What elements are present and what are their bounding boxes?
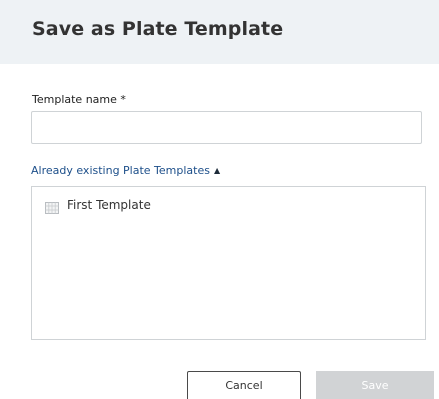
- template-name-label: Template name *: [32, 93, 126, 106]
- dialog-header: Save as Plate Template: [0, 0, 439, 64]
- template-item-label: First Template: [67, 198, 151, 212]
- existing-templates-toggle[interactable]: Already existing Plate Templates ▲: [31, 164, 220, 177]
- plate-grid-icon: [45, 199, 59, 214]
- save-button[interactable]: Save: [316, 371, 434, 399]
- dialog-title: Save as Plate Template: [32, 18, 284, 40]
- cancel-button[interactable]: Cancel: [187, 371, 301, 399]
- list-item[interactable]: First Template: [45, 198, 151, 214]
- save-plate-template-dialog: Save as Plate Template Template name * A…: [0, 0, 439, 399]
- caret-up-icon: ▲: [213, 166, 221, 175]
- template-name-input[interactable]: [31, 111, 422, 144]
- existing-templates-list: First Template: [31, 186, 426, 340]
- existing-templates-toggle-label: Already existing Plate Templates: [31, 164, 210, 177]
